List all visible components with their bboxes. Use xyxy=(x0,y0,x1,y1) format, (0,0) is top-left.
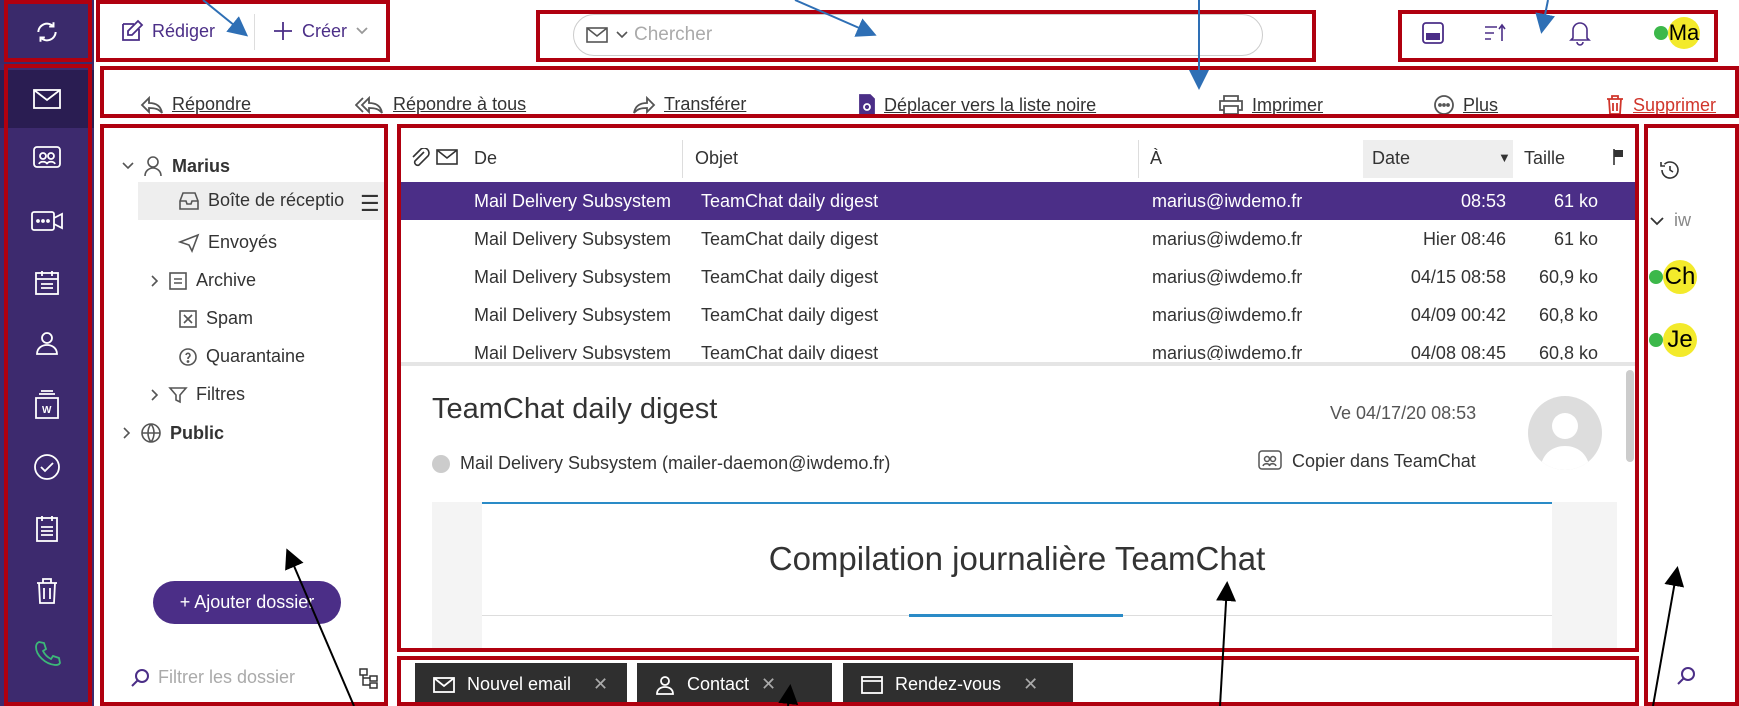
annotation-arrows xyxy=(202,0,1685,706)
